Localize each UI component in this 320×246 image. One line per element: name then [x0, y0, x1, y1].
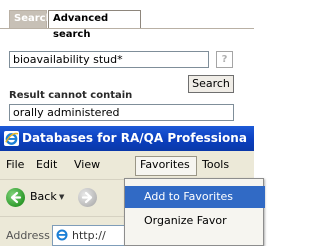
address-value[interactable]: http://	[72, 229, 106, 242]
menu-item-organize-favorites[interactable]: Organize Favor	[125, 210, 265, 232]
exclude-input[interactable]: orally administered	[9, 104, 234, 121]
menu-tools[interactable]: Tools	[202, 158, 229, 171]
back-arrow-icon[interactable]	[6, 188, 25, 207]
ie-logo-icon	[4, 131, 19, 146]
forward-arrow-icon[interactable]	[78, 188, 97, 207]
tab-divider	[0, 28, 254, 29]
tab-advanced-search[interactable]: Advanced search	[48, 10, 141, 40]
exclude-label: Result cannot contain	[9, 90, 133, 101]
search-button[interactable]: Search	[188, 75, 234, 93]
back-dropdown-icon[interactable]: ▼	[59, 193, 64, 201]
address-label: Address	[6, 229, 50, 242]
window-title: Databases for RA/QA Professiona	[22, 131, 247, 145]
window-titlebar: Databases for RA/QA Professiona	[0, 126, 254, 151]
page-icon	[56, 229, 68, 241]
menu-edit[interactable]: Edit	[36, 158, 57, 171]
menu-favorites[interactable]: Favorites	[140, 158, 190, 171]
tab-search[interactable]: Search	[9, 10, 53, 28]
back-label[interactable]: Back	[30, 190, 57, 203]
menu-file[interactable]: File	[6, 158, 24, 171]
search-input[interactable]: bioavailability stud*	[9, 51, 209, 68]
menu-item-add-to-favorites[interactable]: Add to Favorites	[125, 186, 265, 208]
menu-view[interactable]: View	[74, 158, 100, 171]
help-button[interactable]: ?	[216, 51, 233, 68]
